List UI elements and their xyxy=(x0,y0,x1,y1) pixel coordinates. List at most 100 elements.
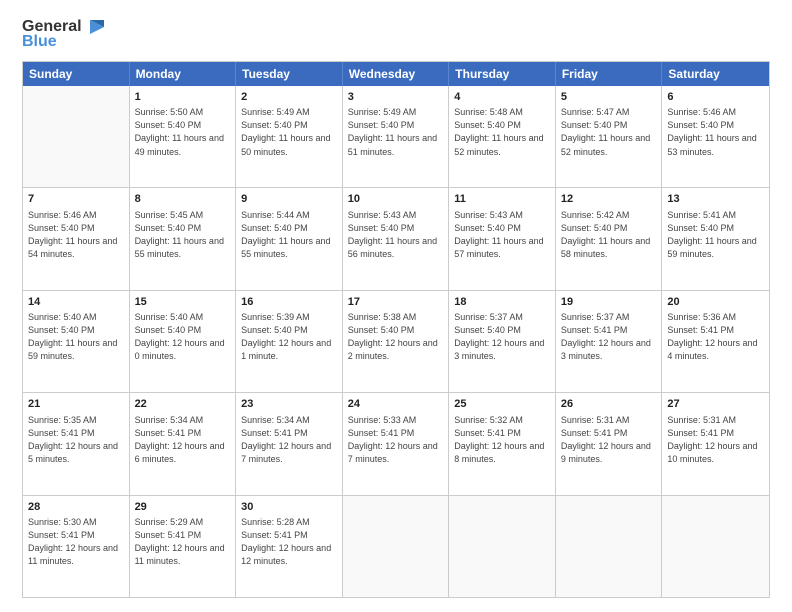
day-number: 4 xyxy=(454,90,550,105)
cal-cell xyxy=(556,496,663,597)
cal-cell: 9 Sunrise: 5:44 AMSunset: 5:40 PMDayligh… xyxy=(236,188,343,289)
cal-cell: 16 Sunrise: 5:39 AMSunset: 5:40 PMDaylig… xyxy=(236,291,343,392)
cal-row-3: 21 Sunrise: 5:35 AMSunset: 5:41 PMDaylig… xyxy=(23,393,769,495)
day-number: 27 xyxy=(667,397,764,412)
cell-content: Sunrise: 5:29 AMSunset: 5:41 PMDaylight:… xyxy=(135,516,231,568)
header-wednesday: Wednesday xyxy=(343,62,450,86)
cell-content: Sunrise: 5:48 AMSunset: 5:40 PMDaylight:… xyxy=(454,106,550,158)
cal-cell: 15 Sunrise: 5:40 AMSunset: 5:40 PMDaylig… xyxy=(130,291,237,392)
header-monday: Monday xyxy=(130,62,237,86)
cal-cell xyxy=(23,86,130,187)
cal-cell: 17 Sunrise: 5:38 AMSunset: 5:40 PMDaylig… xyxy=(343,291,450,392)
cell-content: Sunrise: 5:43 AMSunset: 5:40 PMDaylight:… xyxy=(348,209,444,261)
day-number: 8 xyxy=(135,192,231,207)
cal-cell: 18 Sunrise: 5:37 AMSunset: 5:40 PMDaylig… xyxy=(449,291,556,392)
day-number: 13 xyxy=(667,192,764,207)
day-number: 1 xyxy=(135,90,231,105)
cal-cell: 5 Sunrise: 5:47 AMSunset: 5:40 PMDayligh… xyxy=(556,86,663,187)
cal-cell: 4 Sunrise: 5:48 AMSunset: 5:40 PMDayligh… xyxy=(449,86,556,187)
cell-content: Sunrise: 5:30 AMSunset: 5:41 PMDaylight:… xyxy=(28,516,124,568)
day-number: 15 xyxy=(135,295,231,310)
day-number: 22 xyxy=(135,397,231,412)
day-number: 6 xyxy=(667,90,764,105)
cal-row-2: 14 Sunrise: 5:40 AMSunset: 5:40 PMDaylig… xyxy=(23,291,769,393)
cell-content: Sunrise: 5:37 AMSunset: 5:40 PMDaylight:… xyxy=(454,311,550,363)
cal-cell: 25 Sunrise: 5:32 AMSunset: 5:41 PMDaylig… xyxy=(449,393,556,494)
cell-content: Sunrise: 5:47 AMSunset: 5:40 PMDaylight:… xyxy=(561,106,657,158)
logo: General Blue xyxy=(22,18,108,51)
cal-cell: 30 Sunrise: 5:28 AMSunset: 5:41 PMDaylig… xyxy=(236,496,343,597)
day-number: 17 xyxy=(348,295,444,310)
day-number: 26 xyxy=(561,397,657,412)
header: General Blue xyxy=(22,18,770,51)
cell-content: Sunrise: 5:39 AMSunset: 5:40 PMDaylight:… xyxy=(241,311,337,363)
cal-row-4: 28 Sunrise: 5:30 AMSunset: 5:41 PMDaylig… xyxy=(23,496,769,597)
cell-content: Sunrise: 5:38 AMSunset: 5:40 PMDaylight:… xyxy=(348,311,444,363)
cal-cell: 22 Sunrise: 5:34 AMSunset: 5:41 PMDaylig… xyxy=(130,393,237,494)
day-number: 3 xyxy=(348,90,444,105)
day-number: 14 xyxy=(28,295,124,310)
cal-cell: 2 Sunrise: 5:49 AMSunset: 5:40 PMDayligh… xyxy=(236,86,343,187)
cell-content: Sunrise: 5:49 AMSunset: 5:40 PMDaylight:… xyxy=(348,106,444,158)
header-sunday: Sunday xyxy=(23,62,130,86)
day-number: 23 xyxy=(241,397,337,412)
cal-cell xyxy=(343,496,450,597)
page: General Blue SundayMondayTuesdayWednesda… xyxy=(0,0,792,612)
day-number: 29 xyxy=(135,500,231,515)
cal-cell: 27 Sunrise: 5:31 AMSunset: 5:41 PMDaylig… xyxy=(662,393,769,494)
cell-content: Sunrise: 5:42 AMSunset: 5:40 PMDaylight:… xyxy=(561,209,657,261)
cell-content: Sunrise: 5:31 AMSunset: 5:41 PMDaylight:… xyxy=(561,414,657,466)
cal-cell xyxy=(449,496,556,597)
cell-content: Sunrise: 5:34 AMSunset: 5:41 PMDaylight:… xyxy=(241,414,337,466)
cell-content: Sunrise: 5:34 AMSunset: 5:41 PMDaylight:… xyxy=(135,414,231,466)
cell-content: Sunrise: 5:45 AMSunset: 5:40 PMDaylight:… xyxy=(135,209,231,261)
day-number: 21 xyxy=(28,397,124,412)
cell-content: Sunrise: 5:46 AMSunset: 5:40 PMDaylight:… xyxy=(28,209,124,261)
cal-row-0: 1 Sunrise: 5:50 AMSunset: 5:40 PMDayligh… xyxy=(23,86,769,188)
header-thursday: Thursday xyxy=(449,62,556,86)
cal-cell: 24 Sunrise: 5:33 AMSunset: 5:41 PMDaylig… xyxy=(343,393,450,494)
cell-content: Sunrise: 5:50 AMSunset: 5:40 PMDaylight:… xyxy=(135,106,231,158)
cell-content: Sunrise: 5:40 AMSunset: 5:40 PMDaylight:… xyxy=(28,311,124,363)
cal-cell: 26 Sunrise: 5:31 AMSunset: 5:41 PMDaylig… xyxy=(556,393,663,494)
day-number: 7 xyxy=(28,192,124,207)
header-tuesday: Tuesday xyxy=(236,62,343,86)
cal-cell: 7 Sunrise: 5:46 AMSunset: 5:40 PMDayligh… xyxy=(23,188,130,289)
cell-content: Sunrise: 5:46 AMSunset: 5:40 PMDaylight:… xyxy=(667,106,764,158)
calendar-header: SundayMondayTuesdayWednesdayThursdayFrid… xyxy=(23,62,769,86)
cal-cell: 6 Sunrise: 5:46 AMSunset: 5:40 PMDayligh… xyxy=(662,86,769,187)
cell-content: Sunrise: 5:44 AMSunset: 5:40 PMDaylight:… xyxy=(241,209,337,261)
day-number: 9 xyxy=(241,192,337,207)
header-saturday: Saturday xyxy=(662,62,769,86)
cal-cell: 8 Sunrise: 5:45 AMSunset: 5:40 PMDayligh… xyxy=(130,188,237,289)
day-number: 28 xyxy=(28,500,124,515)
cell-content: Sunrise: 5:33 AMSunset: 5:41 PMDaylight:… xyxy=(348,414,444,466)
calendar: SundayMondayTuesdayWednesdayThursdayFrid… xyxy=(22,61,770,598)
header-friday: Friday xyxy=(556,62,663,86)
cell-content: Sunrise: 5:31 AMSunset: 5:41 PMDaylight:… xyxy=(667,414,764,466)
cell-content: Sunrise: 5:49 AMSunset: 5:40 PMDaylight:… xyxy=(241,106,337,158)
day-number: 30 xyxy=(241,500,337,515)
cal-cell xyxy=(662,496,769,597)
day-number: 18 xyxy=(454,295,550,310)
cal-cell: 21 Sunrise: 5:35 AMSunset: 5:41 PMDaylig… xyxy=(23,393,130,494)
day-number: 12 xyxy=(561,192,657,207)
cal-cell: 12 Sunrise: 5:42 AMSunset: 5:40 PMDaylig… xyxy=(556,188,663,289)
day-number: 2 xyxy=(241,90,337,105)
cell-content: Sunrise: 5:28 AMSunset: 5:41 PMDaylight:… xyxy=(241,516,337,568)
day-number: 20 xyxy=(667,295,764,310)
day-number: 5 xyxy=(561,90,657,105)
day-number: 11 xyxy=(454,192,550,207)
day-number: 10 xyxy=(348,192,444,207)
cal-cell: 11 Sunrise: 5:43 AMSunset: 5:40 PMDaylig… xyxy=(449,188,556,289)
cal-cell: 3 Sunrise: 5:49 AMSunset: 5:40 PMDayligh… xyxy=(343,86,450,187)
cell-content: Sunrise: 5:43 AMSunset: 5:40 PMDaylight:… xyxy=(454,209,550,261)
day-number: 19 xyxy=(561,295,657,310)
cell-content: Sunrise: 5:37 AMSunset: 5:41 PMDaylight:… xyxy=(561,311,657,363)
day-number: 24 xyxy=(348,397,444,412)
cell-content: Sunrise: 5:35 AMSunset: 5:41 PMDaylight:… xyxy=(28,414,124,466)
cal-cell: 1 Sunrise: 5:50 AMSunset: 5:40 PMDayligh… xyxy=(130,86,237,187)
calendar-body: 1 Sunrise: 5:50 AMSunset: 5:40 PMDayligh… xyxy=(23,86,769,597)
cell-content: Sunrise: 5:36 AMSunset: 5:41 PMDaylight:… xyxy=(667,311,764,363)
cal-cell: 23 Sunrise: 5:34 AMSunset: 5:41 PMDaylig… xyxy=(236,393,343,494)
